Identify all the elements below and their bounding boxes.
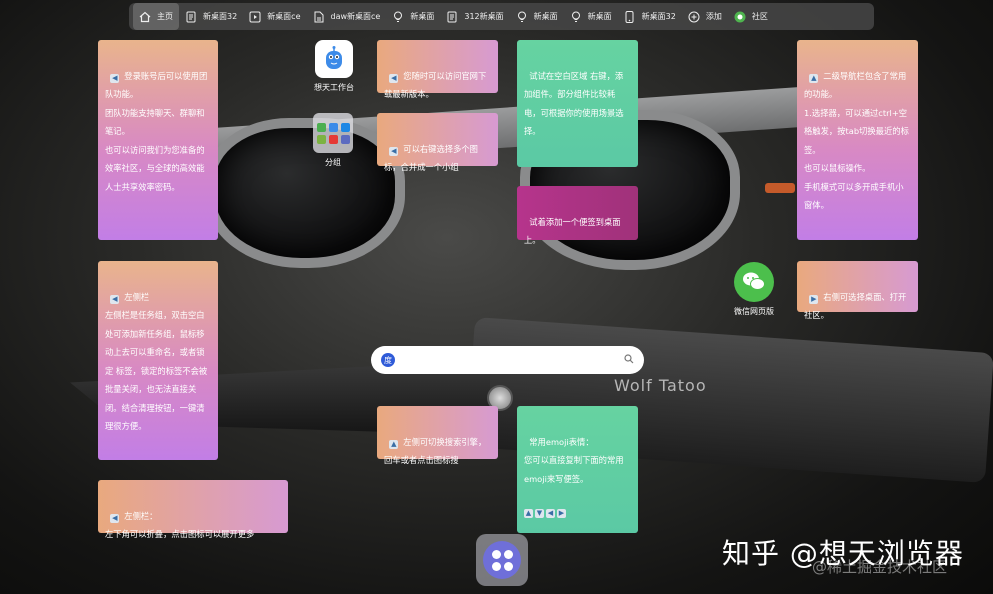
tab-label: 新桌面 xyxy=(587,12,612,21)
tab-desktop-32[interactable]: 新桌面32 xyxy=(179,3,243,30)
tab-desktop-a[interactable]: 新桌面 xyxy=(386,3,440,30)
frame-accent xyxy=(765,183,795,193)
play-icon xyxy=(249,11,261,23)
emoji-left-icon: ◀ xyxy=(546,508,555,518)
sticky-note-add-note[interactable]: 试着添加一个便签到桌面上。 xyxy=(517,186,638,245)
app-label: 微信网页版 xyxy=(734,307,774,316)
brand-text: Wolf Tatoo xyxy=(614,376,707,395)
bulb-icon xyxy=(392,11,404,23)
sticky-note-left-sidebar[interactable]: ◀ 左侧栏 左侧栏是任务组，双击空白处可添加新任务组，鼠标移动上去可以重命名，或者… xyxy=(98,261,218,460)
emoji-up-icon: ▲ xyxy=(524,508,533,518)
community-button[interactable]: 社区 xyxy=(728,3,774,30)
tab-label: 新桌面 xyxy=(533,12,558,21)
doc-icon xyxy=(185,11,197,23)
file-icon xyxy=(313,11,325,23)
note-text: 左侧栏 左侧栏是任务组，双击空白处可添加新任务组，鼠标移动上去可以重命名，或者锁… xyxy=(105,291,208,432)
tab-desktop-b[interactable]: 新桌面 xyxy=(510,3,564,30)
note-text: 试试在空白区域 右键，添加组件。部分组件比较耗电，可根据你的使用场景选择。 xyxy=(524,70,624,137)
tab-desktop-32-phone[interactable]: 新桌面32 xyxy=(618,3,682,30)
doc-icon xyxy=(446,11,458,23)
search-input[interactable] xyxy=(403,354,616,366)
sticky-note-secondary-nav[interactable]: ▲ 二级导航栏包含了常用的功能。 1.选择器，可以通过ctrl+空格触发，按tab… xyxy=(797,40,918,240)
note-text: 登录账号后可以使用团队功能。 团队功能支持聊天、群聊和笔记。 也可以访问我们为您… xyxy=(105,70,208,192)
note-pin-icon: ◀ xyxy=(110,513,120,523)
tab-label: daw新桌面ce xyxy=(330,12,381,21)
plus-icon xyxy=(688,11,700,23)
sticky-note-right-side[interactable]: ▶ 右侧可选择桌面、打开社区。 xyxy=(797,261,918,320)
search-icon[interactable] xyxy=(624,353,634,367)
search-bar: 度 xyxy=(371,346,644,374)
app-label: 想天工作台 xyxy=(314,83,354,92)
robot-icon xyxy=(315,40,353,78)
note-pin-icon: ▲ xyxy=(389,439,399,449)
tab-label: 312新桌面 xyxy=(464,12,504,21)
note-pin-icon: ▲ xyxy=(809,73,819,83)
sticky-note-team[interactable]: ◀ 登录账号后可以使用团队功能。 团队功能支持聊天、群聊和笔记。 也可以访问我们为… xyxy=(98,40,218,240)
tab-label: 社区 xyxy=(751,12,768,21)
tab-desktop-ce[interactable]: 新桌面ce xyxy=(243,3,306,30)
top-nav-bar: 主页 新桌面32 新桌面ce daw新桌面ce 新桌面 312新桌面 新桌面 新… xyxy=(129,3,874,30)
wechat-icon xyxy=(734,262,774,302)
tab-312-desktop[interactable]: 312新桌面 xyxy=(440,3,509,30)
app-wechat[interactable]: 微信网页版 xyxy=(728,262,780,317)
sticky-note-download[interactable]: ◀ 您随时可以访问官网下载最新版本。 xyxy=(377,40,498,99)
sticky-note-widgets[interactable]: 试试在空白区域 右键，添加组件。部分组件比较耗电，可根据你的使用场景选择。 xyxy=(517,40,638,167)
sticky-note-collapse[interactable]: ◀ 左侧栏： 左下角可以折叠，点击图标可以展开更多 xyxy=(98,480,288,539)
sticky-note-group-tip[interactable]: ◀ 可以右键选择多个图标，合并成一个小组 xyxy=(377,113,498,172)
emoji-right-icon: ▶ xyxy=(557,508,566,518)
emoji-down-icon: ▼ xyxy=(535,508,544,518)
watermark-juejin: @稀土掘金技术社区 xyxy=(812,558,948,576)
tab-label: 新桌面32 xyxy=(203,12,238,21)
add-desktop-button[interactable]: 添加 xyxy=(682,3,728,30)
community-icon xyxy=(734,11,746,23)
emoji-row: ▲ ▼ ◀ ▶ xyxy=(524,508,631,518)
bulb-icon xyxy=(570,11,582,23)
tab-label: 新桌面ce xyxy=(267,12,301,21)
bulb-icon xyxy=(516,11,528,23)
tab-desktop-c[interactable]: 新桌面 xyxy=(564,3,618,30)
phone-icon xyxy=(624,10,636,23)
tab-label: 添加 xyxy=(705,12,722,21)
app-group[interactable]: 分组 xyxy=(310,113,356,168)
note-text: 二级导航栏包含了常用的功能。 1.选择器，可以通过ctrl+空格触发，按tab切… xyxy=(804,70,909,211)
tab-label: 新桌面32 xyxy=(641,12,676,21)
note-pin-icon: ◀ xyxy=(110,294,120,304)
baidu-paw-icon[interactable]: 度 xyxy=(381,353,395,367)
launcher-icon xyxy=(483,541,521,579)
note-pin-icon: ◀ xyxy=(110,73,120,83)
note-pin-icon: ▶ xyxy=(809,294,819,304)
tab-home[interactable]: 主页 xyxy=(133,3,179,30)
home-icon xyxy=(139,11,151,23)
app-workbench[interactable]: 想天工作台 xyxy=(306,40,362,93)
sticky-note-emoji[interactable]: 常用emoji表情： 您可以直接复制下面的常用emoji来写便签。 ▲ ▼ ◀ … xyxy=(517,406,638,533)
launcher-button[interactable] xyxy=(476,534,528,586)
sticky-note-search-engine[interactable]: ▲ 左侧可切换搜索引擎，回车或者点击图标搜 xyxy=(377,406,498,465)
note-pin-icon: ◀ xyxy=(389,73,399,83)
group-icon xyxy=(313,113,353,153)
note-text: 左侧栏： 左下角可以折叠，点击图标可以展开更多 xyxy=(105,510,255,540)
note-text: 常用emoji表情： 您可以直接复制下面的常用emoji来写便签。 xyxy=(524,436,624,484)
tab-daw-desktop-ce[interactable]: daw新桌面ce xyxy=(307,3,387,30)
glasses-lens-left xyxy=(205,118,405,268)
tab-label: 主页 xyxy=(157,12,173,21)
app-label: 分组 xyxy=(325,158,341,167)
note-pin-icon: ◀ xyxy=(389,146,399,156)
tab-label: 新桌面 xyxy=(410,12,435,21)
